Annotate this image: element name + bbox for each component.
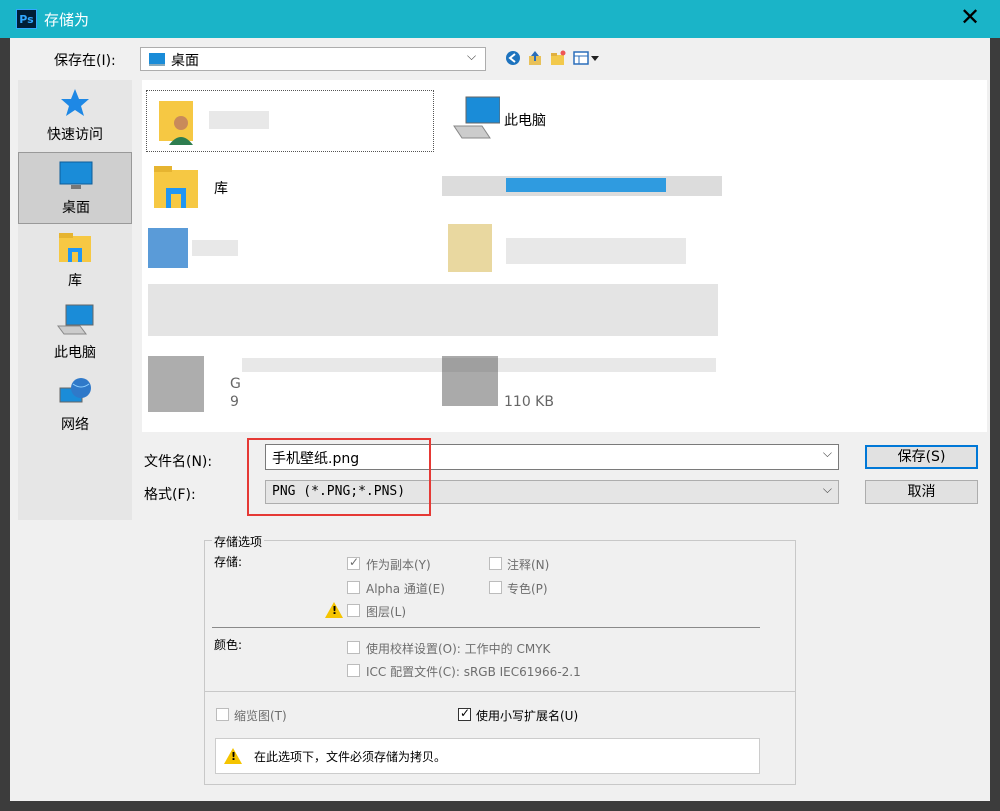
icc-profile-label: ICC 配置文件(C): sRGB IEC61966-2.1 [366,665,581,679]
proof-setup-checkbox[interactable] [347,641,360,654]
alpha-checkbox[interactable] [347,581,360,594]
store-label: 存储: [214,555,243,569]
blurred-name [192,240,238,256]
proof-setup-label: 使用校样设置(O): 工作中的 CMYK [366,642,551,656]
file-thumbnail [442,356,498,406]
as-copy-label: 作为副本(Y) [366,558,431,572]
title-bar[interactable]: Ps 存储为 ✕ [0,0,1000,38]
blurred-name [506,238,686,264]
file-size: 9 [230,394,239,410]
lowercase-ext-label: 使用小写扩展名(U) [476,709,579,723]
notes-checkbox[interactable] [489,557,502,570]
background-app-bottom [0,801,1000,811]
format-label: 格式(F): [144,487,196,503]
location-value: 桌面 [171,53,199,69]
folder-item-icon [448,224,492,272]
library-icon [59,233,91,262]
spot-checkbox[interactable] [489,581,502,594]
up-folder-icon[interactable] [527,50,543,66]
blurred-item [506,178,666,192]
place-library[interactable]: 库 [18,226,132,298]
file-item-this-pc[interactable]: 此电脑 [442,90,682,150]
file-name: 此电脑 [504,113,546,129]
computer-icon [453,96,500,139]
background-app-right [990,38,1000,811]
blurred-name [209,111,269,129]
alpha-label: Alpha 通道(E) [366,582,445,596]
chevron-down-icon: ⌵ [822,482,832,496]
library-folder-icon [154,166,198,208]
back-icon[interactable] [505,50,521,66]
spot-label: 专色(P) [507,582,548,596]
warning-text: 在此选项下，文件必须存储为拷贝。 [254,750,447,764]
icc-profile-checkbox[interactable] [347,664,360,677]
place-label: 桌面 [62,200,90,216]
file-item-user-folder[interactable] [146,90,434,152]
cancel-button[interactable]: 取消 [865,480,978,504]
save-options-title: 存储选项 [212,533,265,550]
place-label: 快速访问 [47,127,103,143]
save-button[interactable]: 保存(S) [865,445,978,469]
location-dropdown[interactable]: 桌面 ⌵ [140,47,486,71]
layers-label: 图层(L) [366,605,407,619]
desktop-icon [59,161,93,189]
file-size: G [230,376,241,392]
color-label: 颜色: [214,638,243,652]
filename-label: 文件名(N): [144,454,213,470]
desktop-icon [149,53,165,66]
file-list: 此电脑 库 G 9 110 KB [142,80,987,432]
divider [212,627,760,628]
window-title: 存储为 [44,11,90,29]
view-menu-icon[interactable] [573,50,603,66]
warning-icon: ! [325,602,343,618]
warning-icon: ! [224,748,242,764]
file-item-library[interactable]: 库 [146,160,432,220]
as-copy-checkbox[interactable]: ✓ [347,555,360,570]
place-network[interactable]: 网络 [18,370,132,442]
file-size: 110 KB [504,394,554,410]
notes-label: 注释(N) [507,558,550,572]
blurred-row [148,284,718,336]
file-thumbnail [148,356,204,412]
background-app-left [0,38,10,811]
place-label: 此电脑 [54,345,96,361]
user-folder-icon [159,101,193,145]
place-label: 库 [68,273,82,289]
save-in-label: 保存在(I): [54,53,116,69]
thumbnail-label: 缩览图(T) [234,709,287,723]
star-icon [61,89,89,116]
places-bar: 快速访问 桌面 库 此电脑 网络 [18,80,132,520]
red-highlight-box [247,438,431,516]
file-name: 库 [214,181,228,197]
thumbnail-checkbox[interactable] [216,708,229,721]
layers-checkbox[interactable] [347,604,360,617]
save-as-dialog: Ps 存储为 ✕ 保存在(I): 桌面 ⌵ 快速访问 桌面 库 此电脑 网络 此… [0,0,1000,811]
computer-icon [57,304,94,335]
chevron-down-icon: ⌵ [822,446,832,460]
place-label: 网络 [61,417,89,433]
chevron-down-icon: ⌵ [467,49,477,63]
photoshop-app-icon: Ps [16,9,37,29]
network-item-icon [148,228,188,268]
lowercase-ext-checkbox[interactable]: ✓ [458,706,471,721]
place-quick-access[interactable]: 快速访问 [18,80,132,152]
place-this-pc[interactable]: 此电脑 [18,298,132,370]
network-icon [59,378,91,403]
new-folder-icon[interactable] [550,50,566,66]
place-desktop[interactable]: 桌面 [18,152,132,224]
warning-message-box: ! 在此选项下，文件必须存储为拷贝。 [215,738,760,774]
close-icon[interactable]: ✕ [958,5,982,30]
